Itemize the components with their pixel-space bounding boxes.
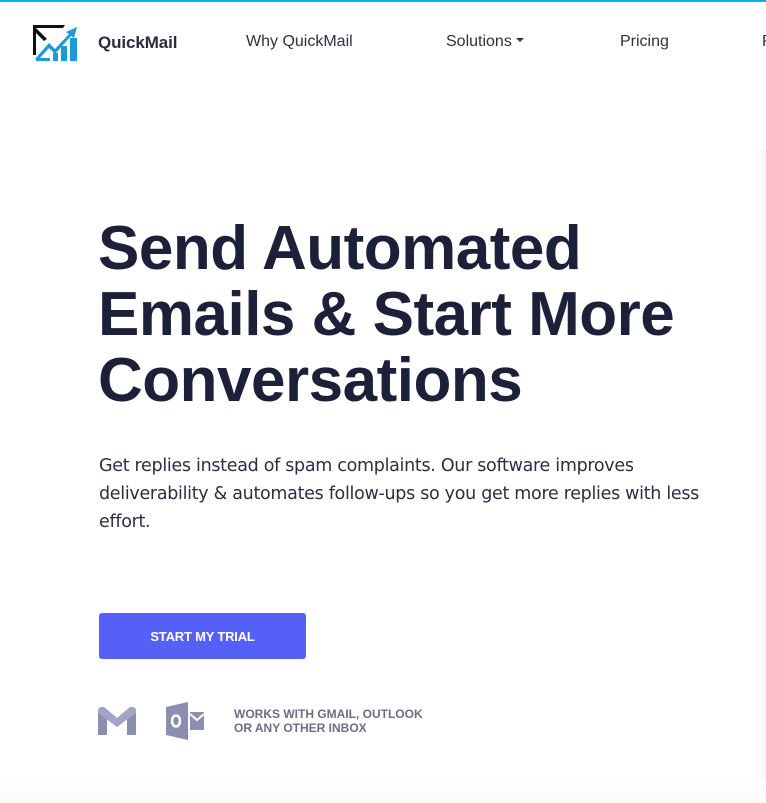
quickmail-logo[interactable] bbox=[33, 25, 79, 61]
hero-title-line-2: Emails & Start More bbox=[98, 280, 675, 349]
logo-envelope-chart-icon bbox=[33, 25, 77, 61]
nav-pricing-label: Pricing bbox=[620, 33, 669, 50]
site-header: QuickMail Why QuickMail Solutions Pricin… bbox=[0, 2, 766, 80]
hero-subtitle: Get replies instead of spam complaints. … bbox=[99, 456, 700, 532]
brand-name[interactable]: QuickMail bbox=[98, 33, 178, 53]
nav-why-quickmail[interactable]: Why QuickMail bbox=[246, 33, 353, 51]
bottom-fade bbox=[0, 780, 766, 803]
gmail-icon bbox=[98, 707, 136, 735]
compatibility-text: WORKS WITH GMAIL, OUTLOOK OR ANY OTHER I… bbox=[234, 707, 423, 735]
right-side-panel-edge bbox=[752, 150, 766, 803]
start-trial-button[interactable]: START MY TRIAL bbox=[99, 613, 306, 659]
nav-solutions[interactable]: Solutions bbox=[446, 33, 524, 51]
nav-item-truncated[interactable]: R bbox=[762, 33, 766, 51]
nav-pricing[interactable]: Pricing bbox=[620, 33, 669, 51]
compatibility-line-2: OR ANY OTHER INBOX bbox=[234, 721, 367, 735]
compatibility-line-1: WORKS WITH GMAIL, OUTLOOK bbox=[234, 707, 423, 721]
hero-title: Send Automated Emails & Start More Conve… bbox=[98, 216, 738, 414]
outlook-icon bbox=[166, 702, 204, 740]
nav-why-quickmail-label: Why QuickMail bbox=[246, 33, 353, 50]
caret-down-icon bbox=[515, 37, 524, 42]
hero-title-line-1: Send Automated bbox=[98, 214, 582, 283]
hero-title-line-3: Conversations bbox=[98, 346, 523, 415]
nav-item-truncated-label: R bbox=[762, 33, 766, 50]
nav-solutions-label: Solutions bbox=[446, 33, 512, 50]
